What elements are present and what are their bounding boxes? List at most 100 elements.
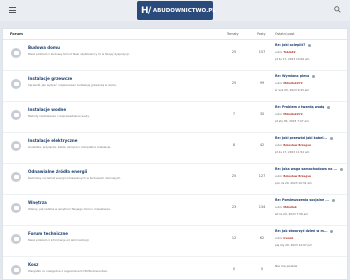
last-post-by: autor: [275, 205, 283, 209]
header-topics: Tematy: [227, 32, 239, 36]
forum-icon: [11, 203, 21, 213]
forum-row: Odnawialne źródła energii Rozmowy na tem…: [3, 164, 347, 195]
forum-row: Kosz Wszystko co niezgodne z regulaminem…: [3, 257, 347, 280]
last-post-by: autor: [275, 143, 283, 147]
go-to-post-icon[interactable]: [340, 167, 344, 171]
last-post-author[interactable]: Bolesław Brzegus: [283, 143, 311, 147]
go-to-post-icon[interactable]: [327, 105, 331, 109]
header-posts: Posty: [257, 32, 266, 36]
forum-row: Instalacje grzewcze Sprawdź, jak wybrać …: [3, 71, 347, 102]
forum-description: Wiemy, jak radzisz w wnętrzu! Twojego do…: [28, 207, 111, 211]
last-post-author[interactable]: Mdmiłek972: [283, 112, 302, 116]
last-post-author[interactable]: Tobia62: [283, 50, 295, 54]
forum-icon: [11, 79, 21, 89]
go-to-post-icon[interactable]: [330, 229, 334, 233]
forum-posts-count: 62: [259, 236, 265, 240]
header-last-post: Ostatni post: [275, 32, 295, 36]
last-post: Re: Pomieszczenia socjalne ... autor Mdm…: [275, 198, 345, 216]
last-post-date: pt lis 17, 2023 11:54 am: [275, 149, 310, 154]
last-post: Re: Wymiana pieca autor Mdmiłek972 śr wr…: [275, 74, 345, 92]
last-post: Re: Jaka waga samochodowa na ... autor B…: [275, 167, 345, 185]
go-to-post-icon[interactable]: [312, 74, 316, 78]
forum-title[interactable]: Kosz: [28, 262, 39, 267]
header-forum: Forum: [10, 32, 23, 36]
forum-row: Budowa domu Masz problem z budową domu? …: [3, 40, 347, 71]
forum-posts-count: 42: [259, 143, 265, 147]
forum-topics-count: 25: [231, 81, 237, 85]
forum-description: Gniazdka, przyłącza, kable, skrzynki i k…: [28, 145, 112, 149]
last-post-title[interactable]: Re: Problem z twardą wodą: [275, 105, 324, 109]
forum-title[interactable]: Forum techniczne: [28, 231, 68, 236]
forum-icon: [11, 172, 21, 182]
forum-posts-count: 35: [259, 112, 265, 116]
forum-description: Masz problem z budową domu? Nasi użytkow…: [28, 52, 130, 56]
last-post-title[interactable]: Re: Wymiana pieca: [275, 74, 309, 78]
last-post: Re: Problem z twardą wodą autor Mdmiłek9…: [275, 105, 345, 123]
forum-icon: [11, 48, 21, 58]
forum-title[interactable]: Wnętrza: [28, 200, 47, 205]
no-posts-text: Nie ma postów: [275, 264, 298, 268]
forum-description: Metody rozdzielanie i rozprowadzanie wod…: [28, 114, 90, 118]
forum-topics-count: 25: [231, 50, 237, 54]
last-post-date: wt lis 20, 2023 7:56 am: [275, 211, 309, 216]
forum-icon: [11, 141, 21, 151]
go-to-post-icon[interactable]: [331, 198, 335, 202]
last-post-by: autor: [275, 81, 283, 85]
forum-topics-count: 7: [232, 112, 236, 116]
forum-title[interactable]: Budowa domu: [28, 45, 60, 50]
forum-title[interactable]: Instalacje elektryczne: [28, 138, 77, 143]
last-post-by: autor: [275, 50, 283, 54]
top-bar: H/ ABUDOWNICTWO.PL: [0, 0, 350, 21]
last-post-title[interactable]: Re: Jaka waga samochodowa na ...: [275, 167, 337, 171]
last-post-author[interactable]: Irenek: [283, 236, 293, 240]
last-post-by: autor: [275, 174, 283, 178]
forum-posts-count: 127: [258, 174, 266, 178]
forum-posts-count: 134: [258, 205, 266, 209]
last-post-date: pt lis 17, 2023 10:06 am: [275, 56, 310, 61]
forum-topics-count: 25: [231, 174, 237, 178]
forum-title[interactable]: Instalacje grzewcze: [28, 76, 72, 81]
last-post-title[interactable]: Re: Jaki ocieplić?: [275, 43, 305, 47]
last-post-title[interactable]: Re: Pomieszczenia socjalne ...: [275, 198, 329, 202]
forum-description: Wszystko co niezgodne z regulaminem HN B…: [28, 269, 108, 273]
last-post-author[interactable]: Mdmiłek: [283, 205, 296, 209]
forum-title[interactable]: Instalacje wodne: [28, 107, 66, 112]
last-post-title[interactable]: Re: Jak stworzyć dzień w m...: [275, 229, 327, 233]
forum-posts-count: 0: [260, 267, 264, 271]
site-logo[interactable]: H/ ABUDOWNICTWO.PL: [137, 1, 216, 20]
last-post-author[interactable]: Bolesław Brzegus: [283, 174, 311, 178]
forum-row: Forum techniczne Masz problem z informac…: [3, 226, 347, 257]
forum-list: Forum Tematy Posty Ostatni post Budowa d…: [2, 28, 348, 280]
forum-topics-count: 0: [232, 267, 236, 271]
forum-icon: [11, 265, 21, 275]
last-post-by: autor: [275, 112, 283, 116]
last-post-date: śr wrz 05, 2023 9:25 am: [275, 87, 310, 92]
forum-icon: [11, 110, 21, 120]
logo-text: ABUDOWNICTWO.PL: [152, 7, 216, 14]
forum-posts-count: 157: [258, 50, 266, 54]
last-post: Re: Jaki ocieplić? autor Tobia62 pt lis …: [275, 43, 345, 61]
last-post: Re: Jak stworzyć dzień w m... autor Iren…: [275, 229, 345, 247]
logo-mark: H/: [141, 5, 151, 16]
forum-description: Rozmowy na temat energii odnawialnych w …: [28, 176, 122, 180]
go-to-post-icon[interactable]: [330, 136, 334, 140]
last-post-title[interactable]: Re: Jaki przewód jaki kabel...: [275, 136, 327, 140]
forum-icon: [11, 234, 21, 244]
forum-row: Wnętrza Wiemy, jak radzisz w wnętrzu! Tw…: [3, 195, 347, 226]
menu-icon[interactable]: [9, 7, 16, 13]
go-to-post-icon[interactable]: [308, 43, 312, 47]
search-icon[interactable]: [334, 6, 341, 13]
last-post-date: pią sty 20, 2023 12:07 pm: [275, 242, 313, 247]
forum-row: Instalacje wodne Metody rozdzielanie i r…: [3, 102, 347, 133]
forum-row: Instalacje elektryczne Gniazdka, przyłąc…: [3, 133, 347, 164]
forum-topics-count: 23: [231, 205, 237, 209]
forum-title[interactable]: Odnawialne źródła energii: [28, 169, 87, 174]
forum-description: Sprawdź, jak wybrać i zaplanować instala…: [28, 83, 118, 87]
forum-topics-count: 8: [232, 143, 236, 147]
forum-list-header: Forum Tematy Posty Ostatni post: [3, 29, 347, 40]
forum-posts-count: 99: [259, 81, 265, 85]
last-post-by: autor: [275, 236, 283, 240]
last-post-date: pon lis 20, 2023 10:32 am: [275, 180, 312, 185]
last-post-author[interactable]: Mdmiłek972: [283, 81, 302, 85]
last-post-date: pt sty 05, 2023 7:47 am: [275, 118, 309, 123]
